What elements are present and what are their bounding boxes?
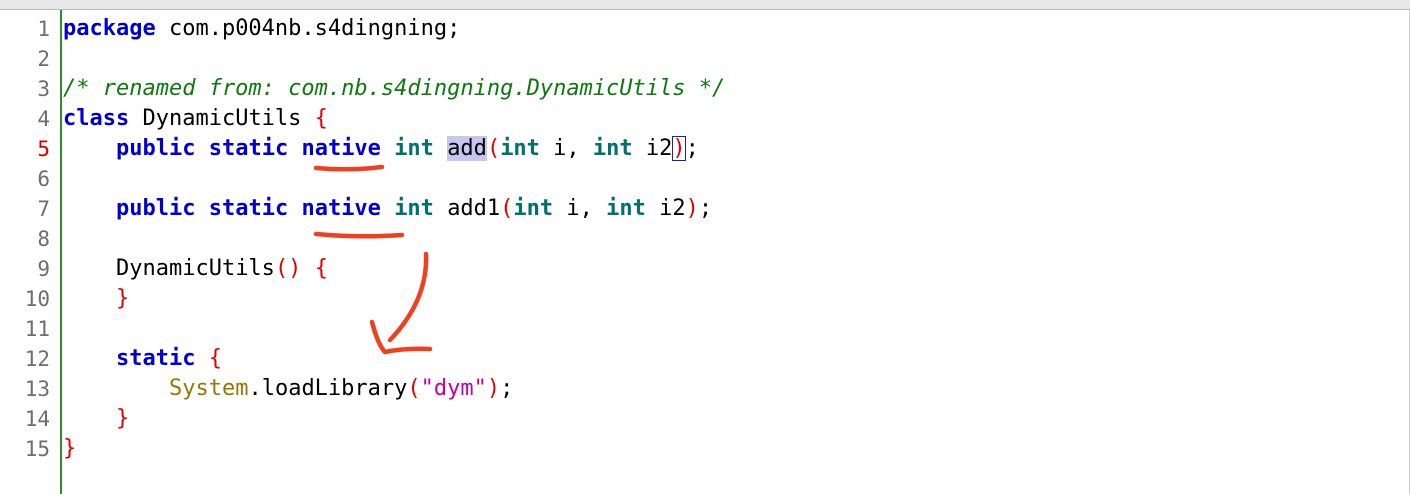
line-number: 4	[37, 107, 50, 131]
code-line-14[interactable]: }	[63, 404, 129, 434]
keyword-native: native	[301, 196, 381, 221]
paren-open: (	[500, 196, 514, 221]
code-line-9[interactable]: DynamicUtils() {	[63, 254, 328, 284]
line-number: 14	[24, 407, 50, 431]
package-name: com.p004nb.s4dingning;	[155, 16, 461, 41]
line-number: 12	[24, 347, 50, 371]
paren-close: )	[685, 196, 699, 221]
close-brace: }	[63, 436, 77, 461]
close-brace: }	[115, 406, 130, 431]
paren-open: (	[486, 136, 501, 161]
type-int: int	[394, 136, 434, 161]
code-line-15[interactable]: }	[63, 434, 76, 464]
keyword-package: package	[63, 16, 156, 41]
line-number-current: 5	[37, 137, 50, 161]
method-loadlibrary: loadLibrary	[261, 376, 408, 401]
line-number-gutter: 1 2 3 4 5 6 7 8 9 10 11 12 13 14 15	[0, 10, 60, 494]
type-int: int	[394, 196, 434, 221]
type-int: int	[500, 136, 540, 161]
param: i,	[553, 196, 607, 221]
type-int: int	[513, 196, 554, 221]
code-line-12[interactable]: static {	[63, 344, 222, 374]
type-int: int	[592, 136, 633, 161]
keyword-static: static	[208, 136, 289, 161]
code-line-10[interactable]: }	[63, 284, 129, 314]
code-line-3[interactable]: /* renamed from: com.nb.s4dingning.Dynam…	[63, 74, 725, 104]
type-int: int	[606, 196, 646, 221]
open-brace: {	[208, 346, 222, 371]
keyword-native: native	[301, 136, 381, 161]
code-line-7[interactable]: public static native int add1(int i, int…	[63, 194, 712, 224]
semicolon: ;	[685, 136, 699, 161]
line-number: 10	[24, 287, 50, 311]
code-line-4[interactable]: class DynamicUtils {	[63, 104, 328, 134]
keyword-static: static	[115, 346, 196, 371]
constructor-name: DynamicUtils	[115, 256, 275, 281]
semicolon: ;	[500, 376, 514, 401]
keyword-static: static	[208, 196, 289, 221]
line-number: 3	[37, 77, 50, 101]
rename-comment: /* renamed from: com.nb.s4dingning.Dynam…	[63, 76, 726, 101]
paren-close-matched: )	[672, 136, 686, 161]
top-toolbar-strip	[0, 0, 1410, 10]
line-number: 1	[37, 17, 50, 41]
paren-close: )	[486, 376, 501, 401]
class-system: System	[168, 376, 249, 401]
line-number: 15	[24, 437, 50, 461]
line-number: 8	[37, 227, 50, 251]
keyword-public: public	[115, 136, 196, 161]
paren-open: (	[407, 376, 421, 401]
line-number: 9	[37, 257, 50, 281]
line-number: 2	[37, 47, 50, 71]
parens: ()	[274, 256, 302, 281]
code-line-13[interactable]: System.loadLibrary("dym");	[63, 374, 513, 404]
semicolon: ;	[698, 196, 713, 221]
param: i,	[539, 136, 593, 161]
param: i2	[645, 196, 686, 221]
class-name: DynamicUtils	[129, 106, 315, 131]
gutter-separator	[60, 10, 62, 494]
dot: .	[248, 376, 262, 401]
method-name-add[interactable]: add	[447, 136, 487, 161]
keyword-class: class	[63, 106, 130, 131]
code-line-1[interactable]: package com.p004nb.s4dingning;	[63, 14, 460, 44]
line-number: 13	[24, 377, 50, 401]
close-brace: }	[115, 286, 130, 311]
line-number: 7	[37, 197, 50, 221]
code-editor[interactable]: 1 2 3 4 5 6 7 8 9 10 11 12 13 14 15 pack…	[0, 10, 1410, 494]
keyword-public: public	[115, 196, 196, 221]
param: i2	[632, 136, 673, 161]
open-brace: {	[314, 106, 328, 131]
method-name-add1[interactable]: add1	[447, 196, 500, 221]
open-brace: {	[314, 256, 328, 281]
line-number: 11	[24, 317, 50, 341]
code-line-5[interactable]: public static native int add(int i, int …	[63, 134, 699, 164]
string-literal: "dym"	[420, 376, 487, 401]
line-number: 6	[37, 167, 50, 191]
